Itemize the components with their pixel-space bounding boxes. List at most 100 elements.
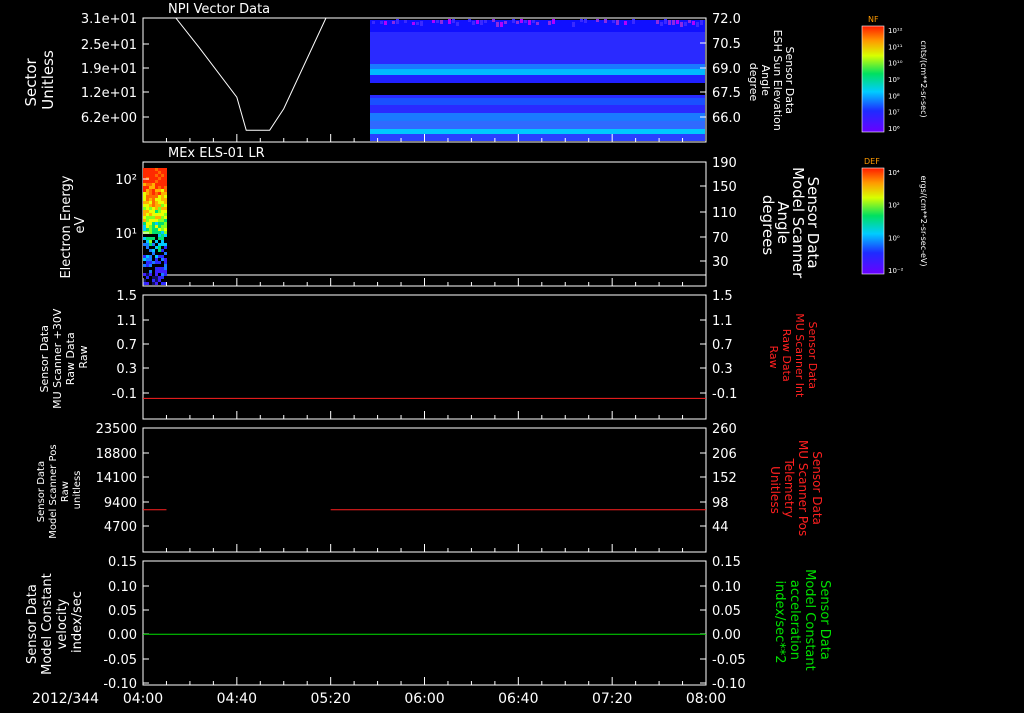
heatmap-cell (149, 198, 152, 201)
heatmap-cell (149, 264, 152, 267)
panel-2-right-label: Sensor Data Model Scanner Angle degrees (759, 167, 822, 283)
heatmap-cell (158, 168, 161, 171)
heatmap-cell (143, 255, 146, 258)
y-tick-label: 67.5 (712, 86, 741, 101)
heatmap-cell (524, 20, 527, 23)
heatmap-cell (143, 174, 146, 177)
heatmap-cell (452, 19, 455, 23)
heatmap-cell (520, 19, 523, 23)
heatmap-cell (164, 246, 167, 249)
heatmap-cell (152, 276, 155, 279)
heatmap-cell (164, 270, 167, 273)
heatmap-cell (155, 234, 158, 237)
heatmap-cell (164, 204, 167, 207)
heatmap-cell (155, 219, 158, 222)
heatmap-cell (155, 255, 158, 258)
y-tick-label: 150 (712, 180, 737, 195)
heatmap-cell (149, 195, 152, 198)
y-tick-label: 0.05 (712, 604, 741, 619)
heatmap-cell (158, 216, 161, 219)
colorbar-nf-label: NF (868, 15, 879, 24)
heatmap-cell (152, 171, 155, 174)
heatmap-cell (143, 222, 146, 225)
heatmap-cell (143, 228, 146, 231)
heatmap-cell (158, 267, 161, 270)
heatmap-cell (155, 198, 158, 201)
y-tick-label: 206 (712, 447, 737, 462)
heatmap-cell (146, 273, 149, 276)
heatmap-cell (604, 19, 607, 23)
heatmap-cell (155, 189, 158, 192)
panel-4-right-label: Sensor Data MU Scanner Pos Telemetry Uni… (768, 440, 824, 540)
heatmap-cell (155, 261, 158, 264)
heatmap-cell (161, 222, 164, 225)
heatmap-cell (149, 258, 152, 261)
heatmap-cell (164, 219, 167, 222)
heatmap-cell (680, 22, 683, 27)
heatmap-cell (152, 228, 155, 231)
heatmap-cell (624, 21, 627, 25)
heatmap-cell (380, 21, 383, 24)
heatmap-cell (149, 243, 152, 246)
heatmap-cell (484, 20, 487, 23)
heatmap-cell (164, 273, 167, 276)
heatmap-cell (161, 270, 164, 273)
heatmap-cell (143, 189, 146, 192)
heatmap-cell (152, 222, 155, 225)
y-tick-label: 0.05 (108, 604, 137, 619)
heatmap-cell (164, 225, 167, 228)
heatmap-cell (548, 21, 551, 25)
heatmap-cell (149, 174, 152, 177)
heatmap-cell (146, 237, 149, 240)
heatmap-cell (143, 258, 146, 261)
colorbar-tick-label: 10⁹ (888, 76, 900, 84)
heatmap-cell (492, 19, 495, 22)
heatmap-cell (143, 180, 146, 183)
heatmap-cell (158, 204, 161, 207)
heatmap-cell (143, 219, 146, 222)
heatmap-cell (152, 192, 155, 195)
heatmap-cell (143, 252, 146, 255)
heatmap-cell (155, 195, 158, 198)
heatmap-cell (412, 22, 415, 25)
heatmap-cell (149, 171, 152, 174)
heatmap-cell (143, 183, 146, 186)
heatmap-cell (155, 174, 158, 177)
date-label: 2012/344 (32, 691, 99, 707)
heatmap-cell (152, 261, 155, 264)
y-tick-label: -0.05 (103, 653, 137, 668)
heatmap-cell (158, 258, 161, 261)
heatmap-cell (149, 216, 152, 219)
x-tick-label: 05:20 (310, 691, 350, 707)
panel-2: MEx ELS-01 LR 10² 10¹ 190 150 110 70 30 Elect… (59, 146, 822, 287)
heatmap-cell (149, 222, 152, 225)
heatmap-cell (500, 22, 503, 27)
heatmap-cell (152, 168, 155, 171)
heatmap-cell (149, 219, 152, 222)
panel-3-frame (142, 294, 707, 420)
heatmap-cell (161, 201, 164, 204)
panel-1: NPI Vector Data 3.1e+01 2.5e+01 1.9e+01 1.2… (22, 2, 796, 143)
heatmap-cell (161, 216, 164, 219)
heatmap-cell (143, 201, 146, 204)
heatmap-cell (580, 19, 583, 22)
heatmap-cell (161, 207, 164, 210)
heatmap-cell (146, 246, 149, 249)
heatmap-cell (155, 186, 158, 189)
heatmap-cell (164, 216, 167, 219)
heatmap-cell (161, 189, 164, 192)
heatmap-cell (146, 210, 149, 213)
heatmap-cell (149, 237, 152, 240)
heatmap-cell (155, 267, 158, 270)
heatmap-cell (152, 267, 155, 270)
heatmap-cell (164, 267, 167, 270)
heatmap-cell (158, 237, 161, 240)
heatmap-cell (164, 186, 167, 189)
heatmap-cell (149, 234, 152, 237)
heatmap-cell (143, 210, 146, 213)
heatmap-cell (149, 201, 152, 204)
heatmap-cell (152, 258, 155, 261)
heatmap-cell (146, 168, 149, 171)
heatmap-cell (143, 267, 146, 270)
panel-5-left-label: Sensor Data Model Constant velocity inde… (25, 569, 85, 675)
